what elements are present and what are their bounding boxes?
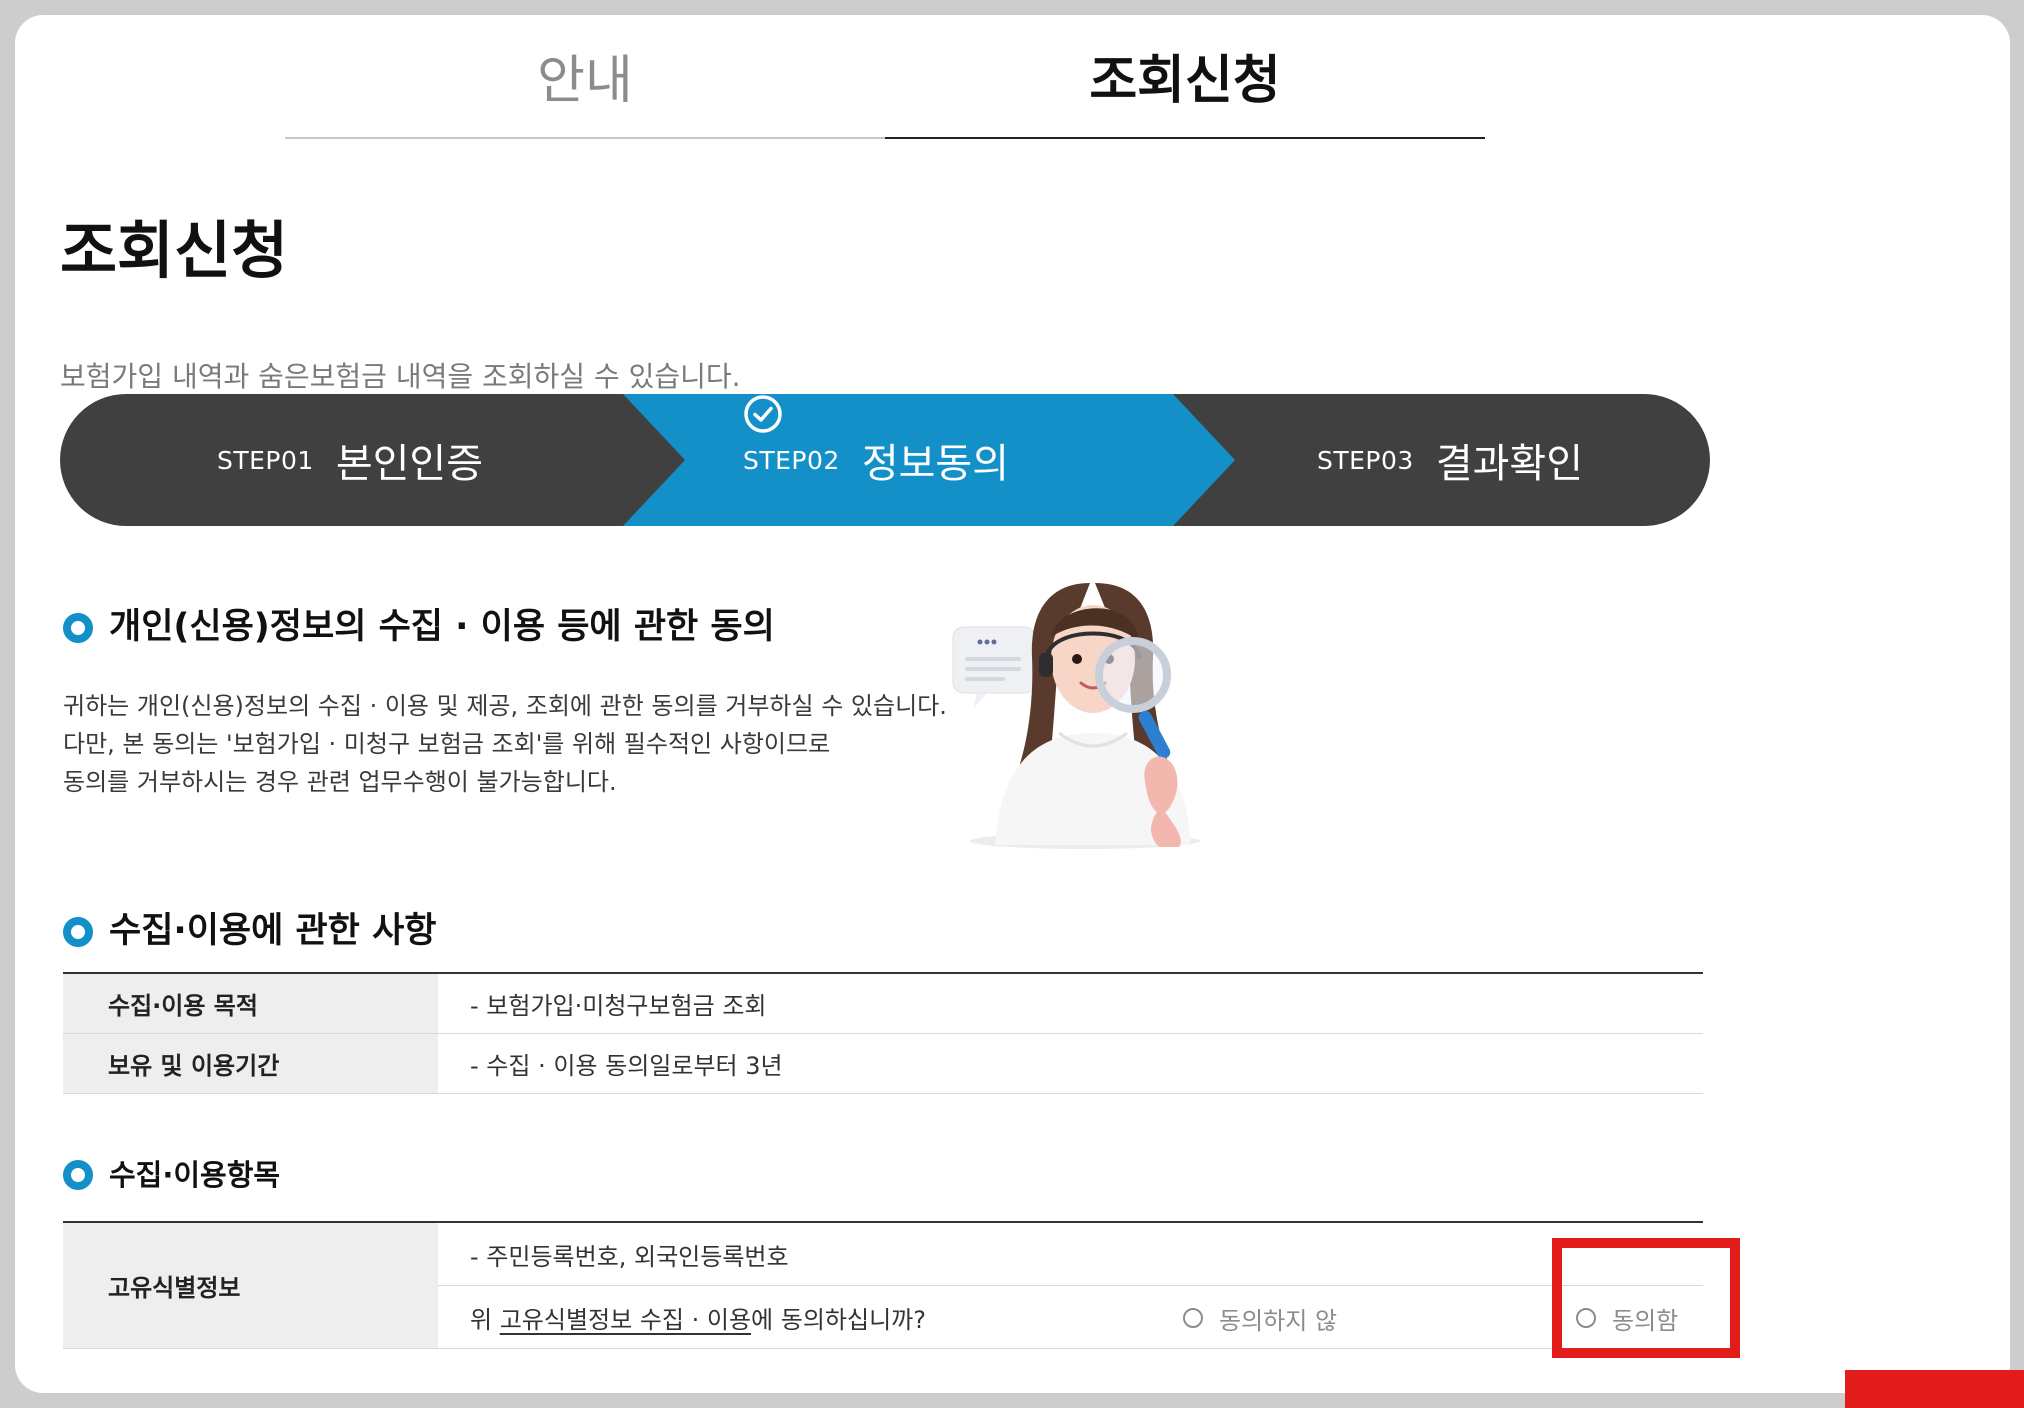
unique-id-label: 고유식별정보	[63, 1223, 438, 1348]
step-3: STEP03 결과확인	[1317, 394, 1583, 526]
consent-line-3: 동의를 거부하시는 경우 관련 업무수행이 불가능합니다.	[63, 768, 617, 796]
step-3-number: STEP03	[1317, 445, 1414, 475]
purpose-value: - 보험가입·미청구보험금 조회	[470, 992, 767, 1020]
tab-info-label: 안내	[537, 51, 633, 111]
consent-line-1: 귀하는 개인(신용)정보의 수집 · 이용 및 제공, 조회에 관한 동의를 거…	[63, 692, 947, 720]
unique-id-consent-link[interactable]: 고유식별정보 수집 · 이용	[500, 1300, 751, 1335]
main-panel: 안내 조회신청 조회신청 보험가입 내역과 숨은보험금 내역을 조회하실 수 있…	[15, 15, 2010, 1393]
collection-table: 수집·이용 목적 - 보험가입·미청구보험금 조회 보유 및 이용기간 - 수집…	[63, 972, 1703, 1094]
table-row: 보유 및 이용기간 - 수집 · 이용 동의일로부터 3년	[63, 1034, 1703, 1094]
tab-apply[interactable]: 조회신청	[885, 15, 1485, 139]
highlight-box	[1552, 1238, 1740, 1358]
table-row: 수집·이용 목적 - 보험가입·미청구보험금 조회	[63, 974, 1703, 1034]
tab-info[interactable]: 안내	[285, 15, 885, 139]
step-1-number: STEP01	[217, 445, 314, 475]
items-table: 고유식별정보 - 주민등록번호, 외국인등록번호 위 고유식별정보 수집 · 이…	[63, 1221, 1703, 1349]
bullet-icon	[63, 916, 93, 947]
bullet-icon	[63, 612, 93, 643]
consent-line-2: 다만, 본 동의는 '보험가입 · 미청구 보험금 조회'를 위해 필수적인 사…	[63, 730, 831, 758]
question-suffix: 에 동의하십니까?	[751, 1305, 926, 1334]
retention-value: - 수집 · 이용 동의일로부터 3년	[470, 1052, 783, 1080]
tab-apply-label: 조회신청	[1089, 51, 1281, 111]
unique-id-value: - 주민등록번호, 외국인등록번호	[438, 1223, 1703, 1286]
disagree-radio[interactable]: 동의하지 않	[1183, 1286, 1337, 1350]
question-prefix: 위	[470, 1305, 500, 1334]
step-2: STEP02 정보동의	[743, 394, 1019, 526]
consent-heading: 개인(신용)정보의 수집 · 이용 등에 관한 동의	[63, 610, 775, 645]
bullet-icon	[63, 1160, 93, 1190]
collection-heading-text: 수집·이용에 관한 사항	[109, 911, 437, 951]
collection-heading: 수집·이용에 관한 사항	[63, 914, 436, 949]
corner-mark	[1845, 1370, 2024, 1408]
page-title: 조회신청	[60, 214, 289, 287]
agent-magnifier-illustration	[935, 575, 1255, 859]
consent-description: 귀하는 개인(신용)정보의 수집 · 이용 및 제공, 조회에 관한 동의를 거…	[63, 687, 963, 801]
disagree-label: 동의하지 않	[1219, 1306, 1338, 1335]
radio-circle-icon	[1183, 1308, 1203, 1328]
consent-heading-text: 개인(신용)정보의 수집 · 이용 등에 관한 동의	[109, 607, 775, 647]
items-heading: 수집·이용항목	[63, 1160, 280, 1190]
step-2-number: STEP02	[743, 445, 840, 475]
unique-id-detail: - 주민등록번호, 외국인등록번호 위 고유식별정보 수집 · 이용 에 동의하…	[438, 1223, 1703, 1348]
items-heading-text: 수집·이용항목	[109, 1157, 281, 1192]
purpose-label: 수집·이용 목적	[63, 974, 438, 1033]
step-1-name: 본인인증	[335, 441, 484, 487]
retention-label: 보유 및 이용기간	[63, 1034, 438, 1093]
table-row: 고유식별정보 - 주민등록번호, 외국인등록번호 위 고유식별정보 수집 · 이…	[63, 1223, 1703, 1349]
step-progress-bar: STEP01 본인인증 STEP02 정보동의 STEP03 결과확인	[60, 394, 1710, 526]
step-1: STEP01 본인인증	[217, 394, 483, 526]
step-2-name: 정보동의	[861, 441, 1010, 487]
page-description: 보험가입 내역과 숨은보험금 내역을 조회하실 수 있습니다.	[60, 360, 741, 393]
step-3-name: 결과확인	[1435, 441, 1584, 487]
consent-question-row: 위 고유식별정보 수집 · 이용 에 동의하십니까? 동의하지 않 동의함	[438, 1286, 1703, 1348]
